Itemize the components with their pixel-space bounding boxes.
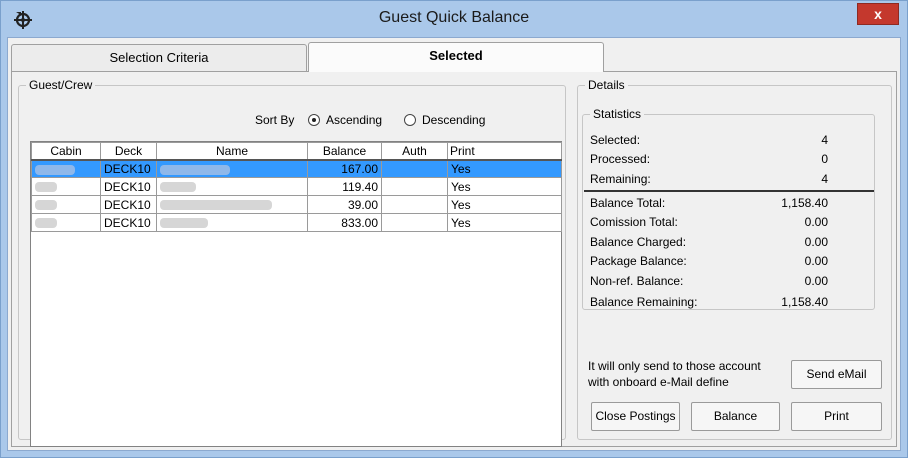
tab-label: Selection Criteria bbox=[109, 50, 209, 65]
stat-label: Remaining: bbox=[590, 172, 651, 186]
sort-by-label: Sort By bbox=[255, 113, 295, 127]
descending-label[interactable]: Descending bbox=[422, 113, 485, 127]
table-row[interactable]: DECK10 833.00 Yes bbox=[31, 213, 562, 232]
name-cell bbox=[156, 195, 308, 214]
email-note-line2: with onboard e-Mail define bbox=[588, 375, 729, 389]
total-package-balance: Package Balance: bbox=[590, 254, 687, 268]
redacted-name bbox=[160, 218, 208, 229]
column-header-auth[interactable]: Auth bbox=[381, 142, 448, 161]
print-cell: Yes bbox=[447, 177, 562, 196]
column-header-balance[interactable]: Balance bbox=[307, 142, 382, 161]
guest-table: Cabin Deck Name Balance Auth Print DECK1… bbox=[31, 142, 562, 232]
stat-selected-value: 4 bbox=[821, 133, 828, 147]
print-button[interactable]: Print bbox=[791, 402, 882, 431]
details-group: Details Statistics Selected: 4 Processed… bbox=[577, 78, 892, 440]
print-cell: Yes bbox=[447, 159, 562, 178]
cabin-cell bbox=[31, 213, 101, 232]
total-package-balance-value: 0.00 bbox=[804, 254, 828, 268]
total-balance: Balance Total: bbox=[590, 196, 666, 210]
balance-cell: 119.40 bbox=[307, 177, 382, 196]
print-cell: Yes bbox=[447, 195, 562, 214]
total-balance-remaining-value: 1,158.40 bbox=[781, 295, 828, 309]
print-cell: Yes bbox=[447, 213, 562, 232]
tab-selected[interactable]: Selected bbox=[308, 42, 604, 72]
table-row[interactable]: DECK10 39.00 Yes bbox=[31, 195, 562, 214]
table-header-row: Cabin Deck Name Balance Auth Print bbox=[31, 142, 562, 161]
auth-cell bbox=[381, 195, 448, 214]
table-row[interactable]: DECK10 119.40 Yes bbox=[31, 177, 562, 196]
redacted-name bbox=[160, 200, 272, 211]
statistics-legend: Statistics bbox=[593, 107, 642, 121]
details-legend: Details bbox=[588, 78, 625, 92]
guest-crew-group: Guest/Crew Sort By Ascending Descending bbox=[18, 78, 566, 447]
tab-label: Selected bbox=[429, 48, 483, 63]
name-cell bbox=[156, 159, 308, 178]
total-balance-value: 1,158.40 bbox=[781, 196, 828, 210]
redacted-cabin bbox=[35, 218, 57, 229]
deck-cell: DECK10 bbox=[100, 195, 157, 214]
stat-processed-value: 0 bbox=[821, 152, 828, 166]
total-comission-value: 0.00 bbox=[804, 215, 828, 229]
stat-label: Processed: bbox=[590, 152, 651, 166]
stats-divider bbox=[584, 190, 874, 192]
ascending-radio[interactable] bbox=[308, 114, 320, 126]
name-cell bbox=[156, 213, 308, 232]
close-button[interactable]: x bbox=[857, 3, 899, 25]
selected-tab-panel: Guest/Crew Sort By Ascending Descending bbox=[11, 71, 897, 447]
total-balance-charged: Balance Charged: bbox=[590, 235, 687, 249]
stat-selected: Selected: bbox=[590, 133, 870, 151]
deck-cell: DECK10 bbox=[100, 213, 157, 232]
table-row[interactable]: DECK10 167.00 Yes bbox=[31, 159, 562, 178]
guest-crew-legend: Guest/Crew bbox=[29, 78, 93, 92]
close-icon: x bbox=[874, 6, 882, 22]
window-title: Guest Quick Balance bbox=[378, 9, 530, 26]
name-cell bbox=[156, 177, 308, 196]
auth-cell bbox=[381, 177, 448, 196]
total-comission: Comission Total: bbox=[590, 215, 678, 229]
stat-label: Selected: bbox=[590, 133, 641, 147]
auth-cell bbox=[381, 213, 448, 232]
redacted-name bbox=[160, 164, 230, 175]
balance-button[interactable]: Balance bbox=[691, 402, 780, 431]
email-note-line1: It will only send to those account bbox=[588, 359, 761, 373]
tab-selection-criteria[interactable]: Selection Criteria bbox=[11, 44, 307, 72]
column-header-cabin[interactable]: Cabin bbox=[31, 142, 101, 161]
total-balance-remaining: Balance Remaining: bbox=[590, 295, 698, 309]
guest-quick-balance-window: Guest Quick Balance x Selection Criteria… bbox=[0, 0, 908, 458]
redacted-cabin bbox=[35, 200, 57, 211]
column-header-name[interactable]: Name bbox=[156, 142, 308, 161]
total-non-ref-balance: Non-ref. Balance: bbox=[590, 274, 684, 288]
redacted-cabin bbox=[35, 182, 57, 193]
client-area: Selection Criteria Selected Guest/Crew S… bbox=[7, 37, 901, 451]
total-non-ref-balance-value: 0.00 bbox=[804, 274, 828, 288]
cabin-cell bbox=[31, 195, 101, 214]
cabin-cell bbox=[31, 177, 101, 196]
deck-cell: DECK10 bbox=[100, 177, 157, 196]
column-header-deck[interactable]: Deck bbox=[100, 142, 157, 161]
redacted-cabin bbox=[35, 164, 75, 175]
deck-cell: DECK10 bbox=[100, 159, 157, 178]
descending-radio[interactable] bbox=[404, 114, 416, 126]
auth-cell bbox=[381, 159, 448, 178]
guest-grid[interactable]: Cabin Deck Name Balance Auth Print DECK1… bbox=[30, 141, 562, 447]
balance-cell: 833.00 bbox=[307, 213, 382, 232]
stat-remaining-value: 4 bbox=[821, 172, 828, 186]
send-email-button[interactable]: Send eMail bbox=[791, 360, 882, 389]
email-note: It will only send to those account with … bbox=[588, 358, 788, 390]
cabin-cell bbox=[31, 159, 101, 178]
close-postings-button[interactable]: Close Postings bbox=[591, 402, 680, 431]
column-header-print[interactable]: Print bbox=[447, 142, 562, 161]
stat-remaining: Remaining: bbox=[590, 172, 870, 190]
ascending-label[interactable]: Ascending bbox=[326, 113, 382, 127]
balance-cell: 39.00 bbox=[307, 195, 382, 214]
total-balance-charged-value: 0.00 bbox=[804, 235, 828, 249]
stat-processed: Processed: bbox=[590, 152, 870, 170]
balance-cell: 167.00 bbox=[307, 159, 382, 178]
statistics-group: Statistics Selected: 4 Processed: 0 Rema… bbox=[582, 107, 875, 310]
title-bar[interactable]: Guest Quick Balance x bbox=[1, 1, 907, 37]
redacted-name bbox=[160, 182, 196, 193]
